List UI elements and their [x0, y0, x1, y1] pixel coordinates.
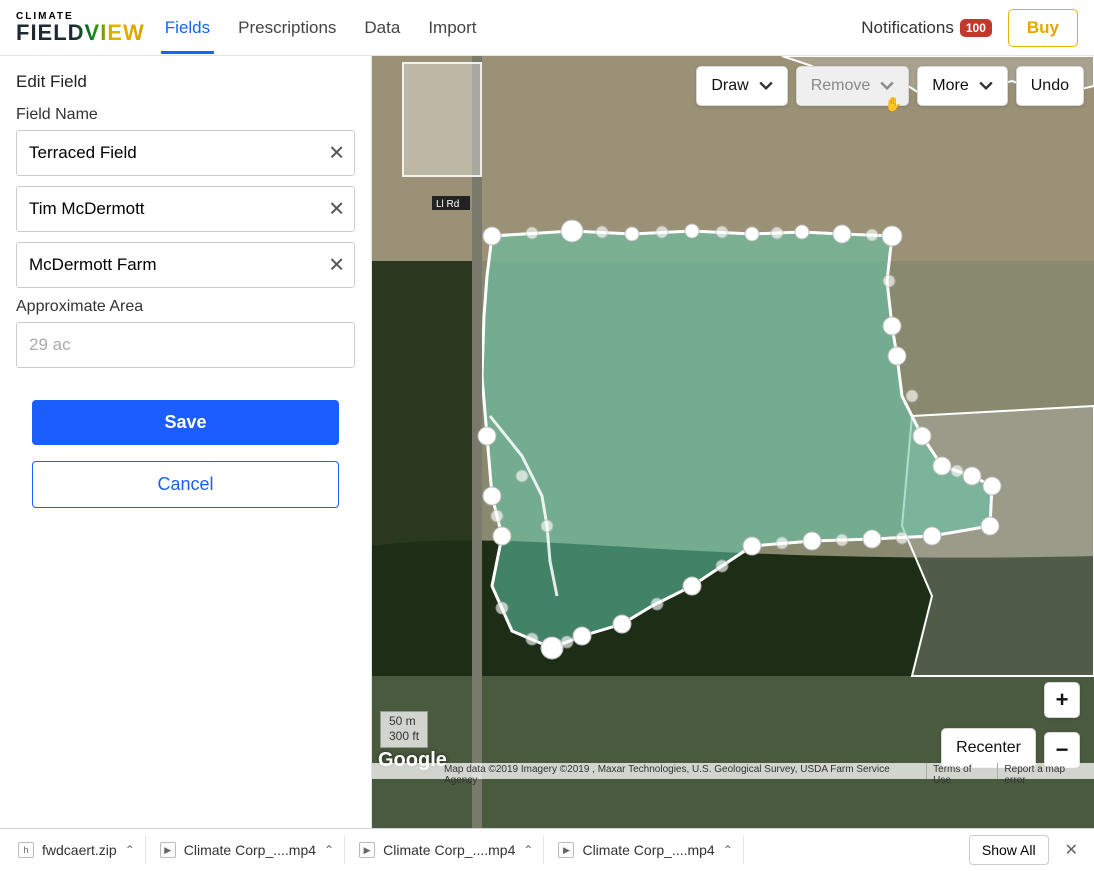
sidebar-title: Edit Field — [16, 72, 355, 92]
notifications-badge: 100 — [960, 19, 992, 37]
nav-prescriptions[interactable]: Prescriptions — [238, 2, 336, 54]
main-nav: Fields Prescriptions Data Import — [165, 2, 477, 54]
file-icon: ▶ — [160, 842, 176, 858]
scale-bar: 50 m 300 ft — [380, 711, 428, 748]
road-label: Ll Rd — [436, 199, 459, 210]
notifications-label: Notifications — [861, 18, 954, 38]
editable-building-box[interactable] — [402, 62, 482, 177]
area-input — [16, 322, 355, 368]
nav-fields[interactable]: Fields — [165, 2, 210, 54]
area-label: Approximate Area — [16, 298, 355, 316]
logo[interactable]: CLIMATE FIELDVIEW — [16, 11, 145, 44]
download-item[interactable]: ▶ Climate Corp_....mp4 ⌃ — [150, 836, 345, 864]
download-name: Climate Corp_....mp4 — [582, 842, 714, 858]
chevron-down-icon — [979, 79, 993, 93]
file-icon: h — [18, 842, 34, 858]
map-attribution: Map data ©2019 Imagery ©2019 , Maxar Tec… — [372, 763, 926, 779]
remove-label: Remove — [811, 77, 871, 95]
scale-m: 50 m — [389, 714, 419, 730]
draw-dropdown[interactable]: Draw — [696, 66, 787, 106]
show-all-button[interactable]: Show All — [969, 835, 1049, 865]
download-name: Climate Corp_....mp4 — [383, 842, 515, 858]
farm-input[interactable] — [16, 242, 355, 288]
field-name-label: Field Name — [16, 106, 355, 124]
recenter-button[interactable]: Recenter — [941, 728, 1036, 768]
map-canvas[interactable]: Ll Rd — [372, 56, 1094, 828]
cancel-button[interactable]: Cancel — [32, 461, 339, 508]
download-item[interactable]: h fwdcaert.zip ⌃ — [8, 836, 146, 864]
download-bar: h fwdcaert.zip ⌃ ▶ Climate Corp_....mp4 … — [0, 828, 1094, 871]
chevron-up-icon[interactable]: ⌃ — [723, 843, 733, 857]
logo-line2: FIELDVIEW — [16, 22, 145, 44]
clear-farm-icon[interactable]: ✕ — [328, 253, 345, 278]
undo-button[interactable]: Undo — [1016, 66, 1084, 106]
nav-import[interactable]: Import — [428, 2, 476, 54]
chevron-down-icon — [880, 79, 894, 93]
report-error-link[interactable]: Report a map error — [997, 763, 1094, 779]
nav-data[interactable]: Data — [364, 2, 400, 54]
undo-label: Undo — [1031, 77, 1069, 95]
buy-button[interactable]: Buy — [1008, 9, 1078, 47]
chevron-up-icon[interactable]: ⌃ — [523, 843, 533, 857]
map-attribution-bar: Map data ©2019 Imagery ©2019 , Maxar Tec… — [372, 763, 1094, 779]
chevron-up-icon[interactable]: ⌃ — [324, 843, 334, 857]
owner-input[interactable] — [16, 186, 355, 232]
cursor-icon: ✋ — [885, 96, 902, 113]
download-item[interactable]: ▶ Climate Corp_....mp4 ⌃ — [548, 836, 743, 864]
save-button[interactable]: Save — [32, 400, 339, 445]
chevron-down-icon — [759, 79, 773, 93]
more-dropdown[interactable]: More — [917, 66, 1007, 106]
terms-link[interactable]: Terms of Use — [926, 763, 997, 779]
more-label: More — [932, 77, 968, 95]
zoom-in-button[interactable]: + — [1044, 682, 1080, 718]
header: CLIMATE FIELDVIEW Fields Prescriptions D… — [0, 0, 1094, 56]
download-name: Climate Corp_....mp4 — [184, 842, 316, 858]
clear-field-name-icon[interactable]: ✕ — [328, 141, 345, 166]
close-icon[interactable]: ✕ — [1065, 840, 1078, 860]
draw-label: Draw — [711, 77, 748, 95]
file-icon: ▶ — [558, 842, 574, 858]
file-icon: ▶ — [359, 842, 375, 858]
chevron-up-icon[interactable]: ⌃ — [125, 843, 135, 857]
scale-ft: 300 ft — [389, 729, 419, 745]
download-item[interactable]: ▶ Climate Corp_....mp4 ⌃ — [349, 836, 544, 864]
download-name: fwdcaert.zip — [42, 842, 117, 858]
field-name-input[interactable] — [16, 130, 355, 176]
sidebar: Edit Field Field Name ✕ ✕ ✕ Approximate … — [0, 56, 372, 828]
notifications-link[interactable]: Notifications 100 — [861, 18, 992, 38]
clear-owner-icon[interactable]: ✕ — [328, 197, 345, 222]
